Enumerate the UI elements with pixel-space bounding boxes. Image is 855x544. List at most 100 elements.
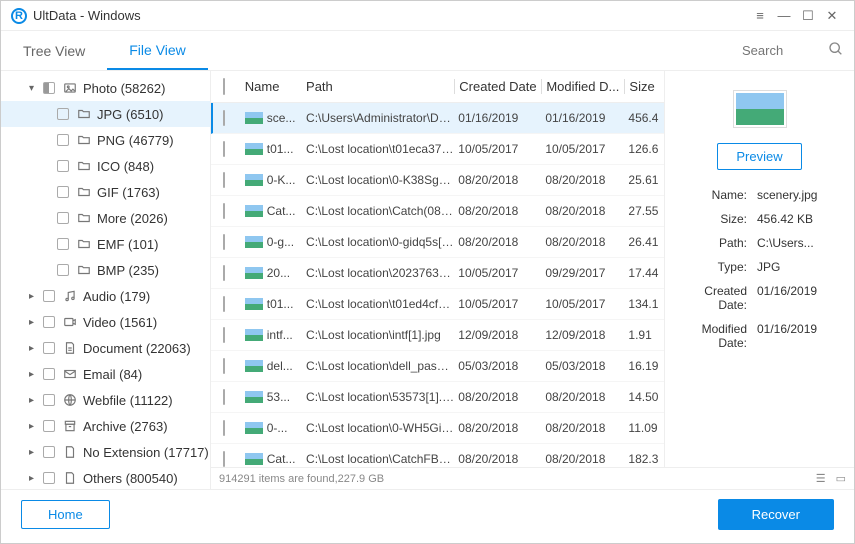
row-checkbox[interactable] [223, 296, 225, 312]
maximize-icon[interactable]: ☐ [796, 4, 820, 28]
row-checkbox[interactable] [223, 172, 225, 188]
file-name: 0-... [267, 421, 288, 435]
sidebar-item[interactable]: ▾Photo (58262) [1, 75, 210, 101]
sidebar-item[interactable]: ICO (848) [1, 153, 210, 179]
sidebar-item[interactable]: ▸Email (84) [1, 361, 210, 387]
recover-button[interactable]: Recover [718, 499, 834, 530]
grid-view-icon[interactable]: ▭ [836, 472, 846, 485]
detail-mdate-label: Modified Date: [679, 322, 757, 350]
row-checkbox[interactable] [223, 265, 225, 281]
col-size[interactable]: Size [624, 79, 664, 94]
sidebar-item[interactable]: ▸Webfile (11122) [1, 387, 210, 413]
close-icon[interactable]: ✕ [820, 4, 844, 28]
sidebar-item[interactable]: JPG (6510) [1, 101, 210, 127]
tab-file-view[interactable]: File View [107, 31, 208, 70]
row-checkbox[interactable] [223, 358, 225, 374]
sidebar-item[interactable]: ▸Archive (2763) [1, 413, 210, 439]
checkbox[interactable] [43, 472, 55, 484]
sidebar-item[interactable]: EMF (101) [1, 231, 210, 257]
file-mdate: 10/05/2017 [541, 142, 624, 156]
row-checkbox[interactable] [223, 420, 225, 436]
checkbox[interactable] [43, 368, 55, 380]
app-logo-icon: R [11, 8, 27, 24]
checkbox[interactable] [43, 82, 55, 94]
home-button[interactable]: Home [21, 500, 110, 529]
col-name[interactable]: Name [245, 79, 306, 94]
titlebar: R UltData - Windows ≡ — ☐ ✕ [1, 1, 854, 31]
file-cdate: 10/05/2017 [454, 142, 541, 156]
checkbox[interactable] [57, 212, 69, 224]
file-mdate: 05/03/2018 [541, 359, 624, 373]
row-checkbox[interactable] [223, 389, 225, 405]
col-path[interactable]: Path [306, 79, 454, 94]
row-checkbox[interactable] [223, 110, 225, 126]
row-checkbox[interactable] [223, 327, 225, 343]
tab-tree-view[interactable]: Tree View [1, 31, 107, 70]
sidebar-item[interactable]: ▸No Extension (17717) [1, 439, 210, 465]
sidebar-item[interactable]: ▸Document (22063) [1, 335, 210, 361]
sidebar-item[interactable]: GIF (1763) [1, 179, 210, 205]
minimize-icon[interactable]: — [772, 4, 796, 28]
detail-cdate-value: 01/16/2019 [757, 284, 840, 312]
search-box[interactable] [742, 41, 844, 60]
table-row[interactable]: Cat...C:\Lost location\CatchFB24...08/20… [211, 444, 664, 467]
footer: Home Recover [1, 489, 854, 539]
checkbox[interactable] [57, 134, 69, 146]
web-icon [63, 393, 77, 407]
table-row[interactable]: 20...C:\Lost location\202376301...10/05/… [211, 258, 664, 289]
sidebar-item-label: Others (800540) [83, 471, 178, 486]
select-all-checkbox[interactable] [223, 78, 225, 95]
checkbox[interactable] [57, 108, 69, 120]
table-row[interactable]: t01...C:\Lost location\t01ed4cf0...10/05… [211, 289, 664, 320]
list-view-icon[interactable]: ☰ [816, 472, 826, 485]
file-path: C:\Lost location\202376301... [306, 266, 454, 280]
file-cdate: 08/20/2018 [454, 390, 541, 404]
table-row[interactable]: 0-K...C:\Lost location\0-K38SgB[...08/20… [211, 165, 664, 196]
checkbox[interactable] [57, 238, 69, 250]
sidebar-item[interactable]: ▸Others (800540) [1, 465, 210, 489]
sidebar-item[interactable]: BMP (235) [1, 257, 210, 283]
checkbox[interactable] [57, 264, 69, 276]
checkbox[interactable] [57, 160, 69, 172]
row-checkbox[interactable] [223, 451, 225, 467]
table-row[interactable]: del...C:\Lost location\dell_passw...05/0… [211, 351, 664, 382]
table-row[interactable]: 0-...C:\Lost location\0-WH5GiV[...08/20/… [211, 413, 664, 444]
checkbox[interactable] [43, 342, 55, 354]
col-modified-date[interactable]: Modified D... [541, 79, 624, 94]
file-name: Cat... [267, 452, 296, 466]
checkbox[interactable] [43, 420, 55, 432]
preview-button[interactable]: Preview [717, 143, 801, 170]
row-checkbox[interactable] [223, 141, 225, 157]
search-icon[interactable] [828, 41, 844, 60]
search-input[interactable] [742, 43, 822, 58]
table-row[interactable]: Cat...C:\Lost location\Catch(08-...08/20… [211, 196, 664, 227]
folder-icon [77, 211, 91, 225]
row-checkbox[interactable] [223, 203, 225, 219]
file-path: C:\Users\Administrator\De... [306, 111, 454, 125]
file-size: 11.09 [624, 421, 664, 435]
col-created-date[interactable]: Created Date [454, 79, 541, 94]
detail-mdate-value: 01/16/2019 [757, 322, 840, 350]
checkbox[interactable] [57, 186, 69, 198]
sidebar-item-label: Email (84) [83, 367, 142, 382]
row-checkbox[interactable] [223, 234, 225, 250]
checkbox[interactable] [43, 290, 55, 302]
sidebar-item[interactable]: ▸Video (1561) [1, 309, 210, 335]
sidebar-item[interactable]: ▸Audio (179) [1, 283, 210, 309]
file-name: t01... [267, 142, 294, 156]
file-size: 456.4 [624, 111, 664, 125]
table-row[interactable]: 53...C:\Lost location\53573[1].jpg08/20/… [211, 382, 664, 413]
table-row[interactable]: 0-g...C:\Lost location\0-gidq5s[1...08/2… [211, 227, 664, 258]
checkbox[interactable] [43, 446, 55, 458]
sidebar-item[interactable]: More (2026) [1, 205, 210, 231]
checkbox[interactable] [43, 394, 55, 406]
table-row[interactable]: sce...C:\Users\Administrator\De...01/16/… [211, 103, 664, 134]
checkbox[interactable] [43, 316, 55, 328]
sidebar-item[interactable]: PNG (46779) [1, 127, 210, 153]
hamburger-icon[interactable]: ≡ [748, 4, 772, 28]
table-row[interactable]: intf...C:\Lost location\intf[1].jpg12/09… [211, 320, 664, 351]
caret-icon: ▸ [29, 447, 37, 458]
detail-path-label: Path: [679, 236, 757, 250]
sidebar-item-label: Document (22063) [83, 341, 191, 356]
table-row[interactable]: t01...C:\Lost location\t01eca376...10/05… [211, 134, 664, 165]
